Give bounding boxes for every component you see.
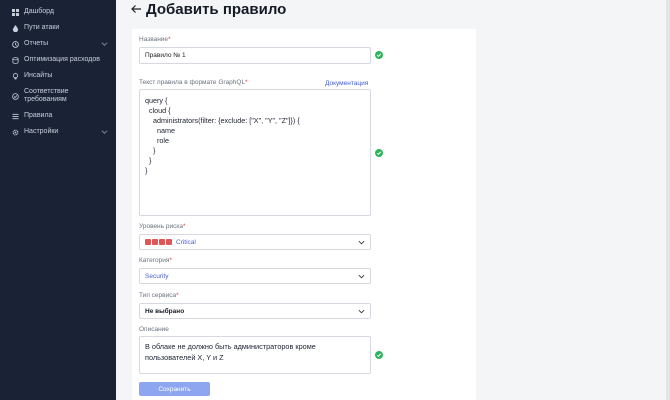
valid-check-icon <box>375 51 383 59</box>
required-mark: * <box>182 223 186 230</box>
graphql-label-text: Текст правила в формате GraphQL <box>139 79 246 86</box>
scrollbar[interactable] <box>666 0 670 400</box>
service-type-label-text: Тип сервиса <box>139 292 177 299</box>
chevron-down-icon <box>358 309 365 314</box>
service-type-select[interactable]: Не выбрано <box>139 303 371 319</box>
documentation-link[interactable]: Документация <box>325 80 368 87</box>
clock-icon <box>10 40 20 48</box>
sidebar-item-label: Оптимизация расходов <box>24 56 100 63</box>
name-label: Название* <box>139 36 171 43</box>
bulb-icon <box>10 72 20 80</box>
sidebar-item-label: Пути атаки <box>24 24 60 31</box>
drop-icon <box>10 24 20 32</box>
service-type-value: Не выбрано <box>145 307 185 315</box>
chevron-down-icon <box>358 240 365 245</box>
list-icon <box>10 113 20 120</box>
chevron-down-icon <box>358 274 365 279</box>
category-label: Категория* <box>139 257 172 264</box>
risk-label: Уровень риска* <box>139 223 185 230</box>
page-title: Добавить правило <box>146 1 287 18</box>
name-label-text: Название <box>139 36 169 43</box>
category-select[interactable]: Security <box>139 268 371 284</box>
risk-value: Critical <box>176 238 196 246</box>
sidebar-item-dashboard[interactable]: Дашборд <box>0 4 116 20</box>
required-mark: * <box>169 257 172 264</box>
sidebar-item-settings[interactable]: Настройки <box>0 124 116 140</box>
category-label-text: Категория <box>139 257 170 264</box>
sidebar-item-label: Инсайты <box>24 72 53 79</box>
sidebar-item-rules[interactable]: Правила <box>0 108 116 124</box>
sidebar-item-attack-paths[interactable]: Пути атаки <box>0 20 116 36</box>
required-mark: * <box>168 36 171 43</box>
sidebar-item-label: Отчеты <box>24 40 49 47</box>
service-type-label: Тип сервиса* <box>139 292 179 299</box>
risk-label-text: Уровень риска <box>139 223 183 230</box>
sidebar-item-compliance[interactable]: Соответствие требованиям <box>0 84 116 108</box>
required-mark: * <box>245 79 248 86</box>
description-textarea[interactable]: В облаке не должно быть администраторов … <box>139 336 371 374</box>
required-mark: * <box>176 292 179 299</box>
sidebar-item-label: Дашборд <box>24 8 54 15</box>
risk-select[interactable]: Critical <box>139 234 371 250</box>
sidebar-item-label: Настройки <box>24 128 59 135</box>
sidebar-item-cost-optimization[interactable]: Оптимизация расходов <box>0 52 116 68</box>
dashboard-icon <box>10 8 20 16</box>
save-button[interactable]: Сохранить <box>139 382 210 396</box>
graphql-label: Текст правила в формате GraphQL* <box>139 79 248 86</box>
description-label: Описание <box>139 326 169 333</box>
chevron-down-icon <box>101 130 108 135</box>
risk-level-square <box>159 239 165 245</box>
category-value: Security <box>145 272 169 280</box>
gear-icon <box>10 129 20 136</box>
chevron-down-icon <box>101 42 108 47</box>
risk-level-square <box>145 239 151 245</box>
sidebar-item-insights[interactable]: Инсайты <box>0 68 116 84</box>
graphql-editor[interactable]: query { cloud { administrators(filter: {… <box>139 89 371 216</box>
name-input[interactable]: Правило № 1 <box>139 47 371 64</box>
sidebar: Дашборд Пути атаки Отчеты Оптимизация ра… <box>0 0 116 400</box>
coins-icon <box>10 56 20 64</box>
risk-level-square <box>152 239 158 245</box>
sidebar-item-label: Соответствие требованиям <box>24 88 69 103</box>
sidebar-item-reports[interactable]: Отчеты <box>0 36 116 52</box>
sidebar-item-label: Правила <box>24 112 53 119</box>
check-circle-icon <box>10 92 20 100</box>
risk-level-square <box>166 239 172 245</box>
valid-check-icon <box>375 351 383 359</box>
back-arrow-icon[interactable] <box>130 4 142 14</box>
valid-check-icon <box>375 149 383 157</box>
